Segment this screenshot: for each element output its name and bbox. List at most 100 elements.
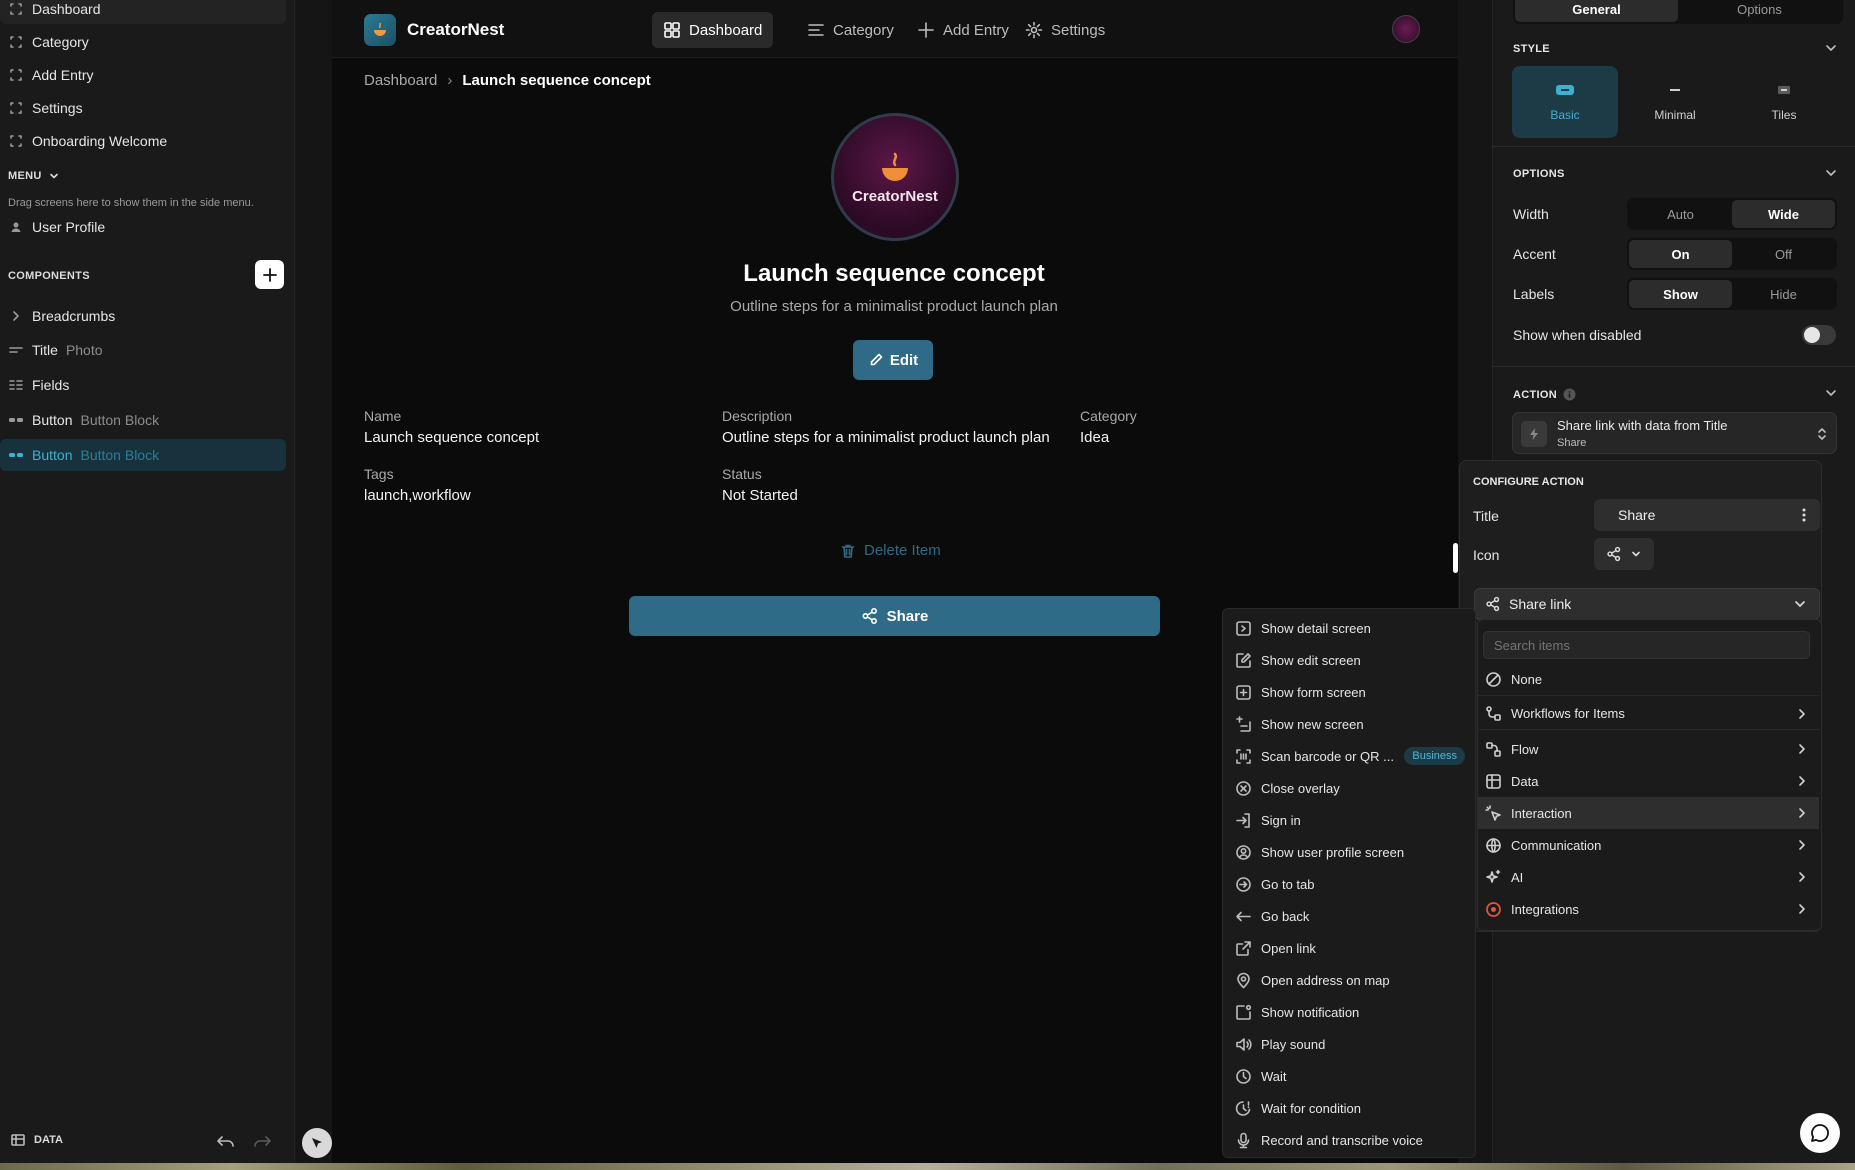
category-communication[interactable]: Communication — [1477, 829, 1819, 861]
category-ai[interactable]: AI — [1477, 861, 1819, 893]
labels-hide[interactable]: Hide — [1732, 280, 1835, 308]
configure-action-heading: CONFIGURE ACTION — [1473, 476, 1584, 488]
component-breadcrumbs[interactable]: Breadcrumbs — [0, 300, 286, 332]
search-items-input[interactable] — [1483, 631, 1810, 659]
chat-button[interactable] — [1800, 1113, 1840, 1153]
accent-on[interactable]: On — [1629, 240, 1732, 268]
labels-show[interactable]: Show — [1629, 280, 1732, 308]
accent-off[interactable]: Off — [1732, 240, 1835, 268]
menu-item-user-profile[interactable]: User Profile — [0, 212, 286, 242]
avatar[interactable] — [1392, 15, 1420, 43]
title-label: Title — [1473, 508, 1499, 524]
add-component-button[interactable] — [255, 260, 284, 289]
action-label: Open address on map — [1261, 972, 1390, 988]
screen-item-dashboard[interactable]: Dashboard — [0, 0, 286, 24]
integration-icon — [1486, 901, 1501, 917]
menu-section-header[interactable]: MENU — [8, 170, 60, 182]
category-label: Workflows for Items — [1511, 706, 1625, 721]
style-basic[interactable]: Basic — [1512, 66, 1618, 138]
action-show-notification[interactable]: Show notification — [1223, 996, 1475, 1028]
panel-resize-handle[interactable] — [1453, 543, 1458, 573]
more-vertical-icon[interactable] — [1802, 507, 1806, 523]
clock-icon — [1236, 1068, 1251, 1084]
screen-icon — [10, 102, 22, 114]
screen-item-add-entry[interactable]: Add Entry — [0, 60, 286, 90]
action-label: Wait — [1261, 1068, 1287, 1084]
clock-alert-icon — [1235, 1100, 1251, 1116]
action-label: Open link — [1261, 940, 1316, 956]
style-minimal[interactable]: Minimal — [1622, 66, 1728, 138]
style-tiles[interactable]: Tiles — [1731, 66, 1837, 138]
show-when-disabled-switch[interactable] — [1802, 325, 1836, 345]
chevron-down-icon[interactable] — [1824, 166, 1838, 180]
icon-picker[interactable] — [1594, 538, 1654, 570]
tab-general[interactable]: General — [1515, 0, 1678, 22]
action-wait-for-condition[interactable]: Wait for condition — [1223, 1092, 1475, 1124]
category-workflows[interactable]: Workflows for Items — [1477, 698, 1819, 730]
action-play-sound[interactable]: Play sound — [1223, 1028, 1475, 1060]
redo-icon[interactable] — [252, 1133, 272, 1149]
category-interaction[interactable]: Interaction — [1477, 797, 1819, 829]
action-open-address-map[interactable]: Open address on map — [1223, 964, 1475, 996]
basic-style-icon — [1556, 85, 1574, 95]
edit-button[interactable]: Edit — [853, 340, 933, 380]
pointer-tool-button[interactable] — [302, 1128, 332, 1158]
action-open-link[interactable]: Open link — [1223, 932, 1475, 964]
chevron-down-icon[interactable] — [1824, 386, 1838, 400]
action-go-to-tab[interactable]: Go to tab — [1223, 868, 1475, 900]
action-show-detail-screen[interactable]: Show detail screen — [1223, 612, 1475, 644]
component-button-selected[interactable]: Button Button Block — [0, 439, 286, 471]
title-value: Share — [1618, 507, 1656, 523]
component-title[interactable]: Title Photo — [0, 334, 286, 366]
tab-dashboard[interactable]: Dashboard — [652, 12, 774, 48]
category-none[interactable]: None — [1477, 664, 1819, 696]
action-wait[interactable]: Wait — [1223, 1060, 1475, 1092]
chevron-down-icon[interactable] — [1824, 41, 1838, 55]
screen-item-settings[interactable]: Settings — [0, 93, 286, 123]
user-icon — [11, 222, 21, 232]
action-scan-barcode[interactable]: Scan barcode or QR ... Business — [1223, 740, 1475, 772]
action-type-dropdown[interactable]: Share link — [1474, 588, 1820, 620]
data-button[interactable]: DATA — [10, 1132, 63, 1148]
component-fields[interactable]: Fields — [0, 369, 286, 401]
action-show-edit-screen[interactable]: Show edit screen — [1223, 644, 1475, 676]
action-close-overlay[interactable]: Close overlay — [1223, 772, 1475, 804]
tab-category[interactable]: Category — [796, 12, 905, 48]
panel-tabs: General Options — [1513, 0, 1843, 24]
undo-icon[interactable] — [216, 1133, 236, 1149]
component-button[interactable]: Button Button Block — [0, 404, 286, 436]
breadcrumb-parent[interactable]: Dashboard — [364, 72, 437, 89]
action-show-new-screen[interactable]: Show new screen — [1223, 708, 1475, 740]
share-button[interactable]: Share — [629, 596, 1160, 636]
share-icon — [862, 607, 877, 625]
width-wide[interactable]: Wide — [1732, 200, 1835, 228]
width-auto[interactable]: Auto — [1629, 200, 1732, 228]
breadcrumb-current: Launch sequence concept — [462, 72, 651, 89]
title-icon — [9, 347, 23, 353]
action-show-user-profile[interactable]: Show user profile screen — [1223, 836, 1475, 868]
action-go-back[interactable]: Go back — [1223, 900, 1475, 932]
screen-item-category[interactable]: Category — [0, 27, 286, 57]
title-input[interactable]: Share — [1594, 499, 1820, 531]
style-section-header: STYLE — [1513, 43, 1550, 55]
action-record-voice[interactable]: Record and transcribe voice — [1223, 1124, 1475, 1156]
screen-item-onboarding[interactable]: Onboarding Welcome — [0, 126, 286, 156]
action-show-form-screen[interactable]: Show form screen — [1223, 676, 1475, 708]
table-icon — [1486, 773, 1501, 789]
category-integrations[interactable]: Integrations — [1477, 893, 1819, 925]
tab-options[interactable]: Options — [1678, 0, 1841, 22]
desktop-background-strip — [0, 1163, 1855, 1170]
delete-item-button[interactable]: Delete Item — [840, 542, 941, 559]
action-sign-in[interactable]: Sign in — [1223, 804, 1475, 836]
category-flow[interactable]: Flow — [1477, 733, 1819, 765]
component-sublabel: Photo — [65, 342, 103, 358]
tab-settings[interactable]: Settings — [1014, 12, 1116, 48]
chevron-right-icon — [1799, 840, 1805, 850]
tab-add-entry[interactable]: Add Entry — [906, 12, 1020, 48]
action-selector[interactable]: Share link with data from Title Share — [1512, 412, 1837, 454]
category-data[interactable]: Data — [1477, 765, 1819, 797]
chevron-down-icon — [1632, 551, 1640, 557]
tab-label: Category — [833, 21, 894, 39]
info-icon[interactable] — [1563, 388, 1576, 401]
component-sublabel: Button Block — [80, 447, 160, 463]
